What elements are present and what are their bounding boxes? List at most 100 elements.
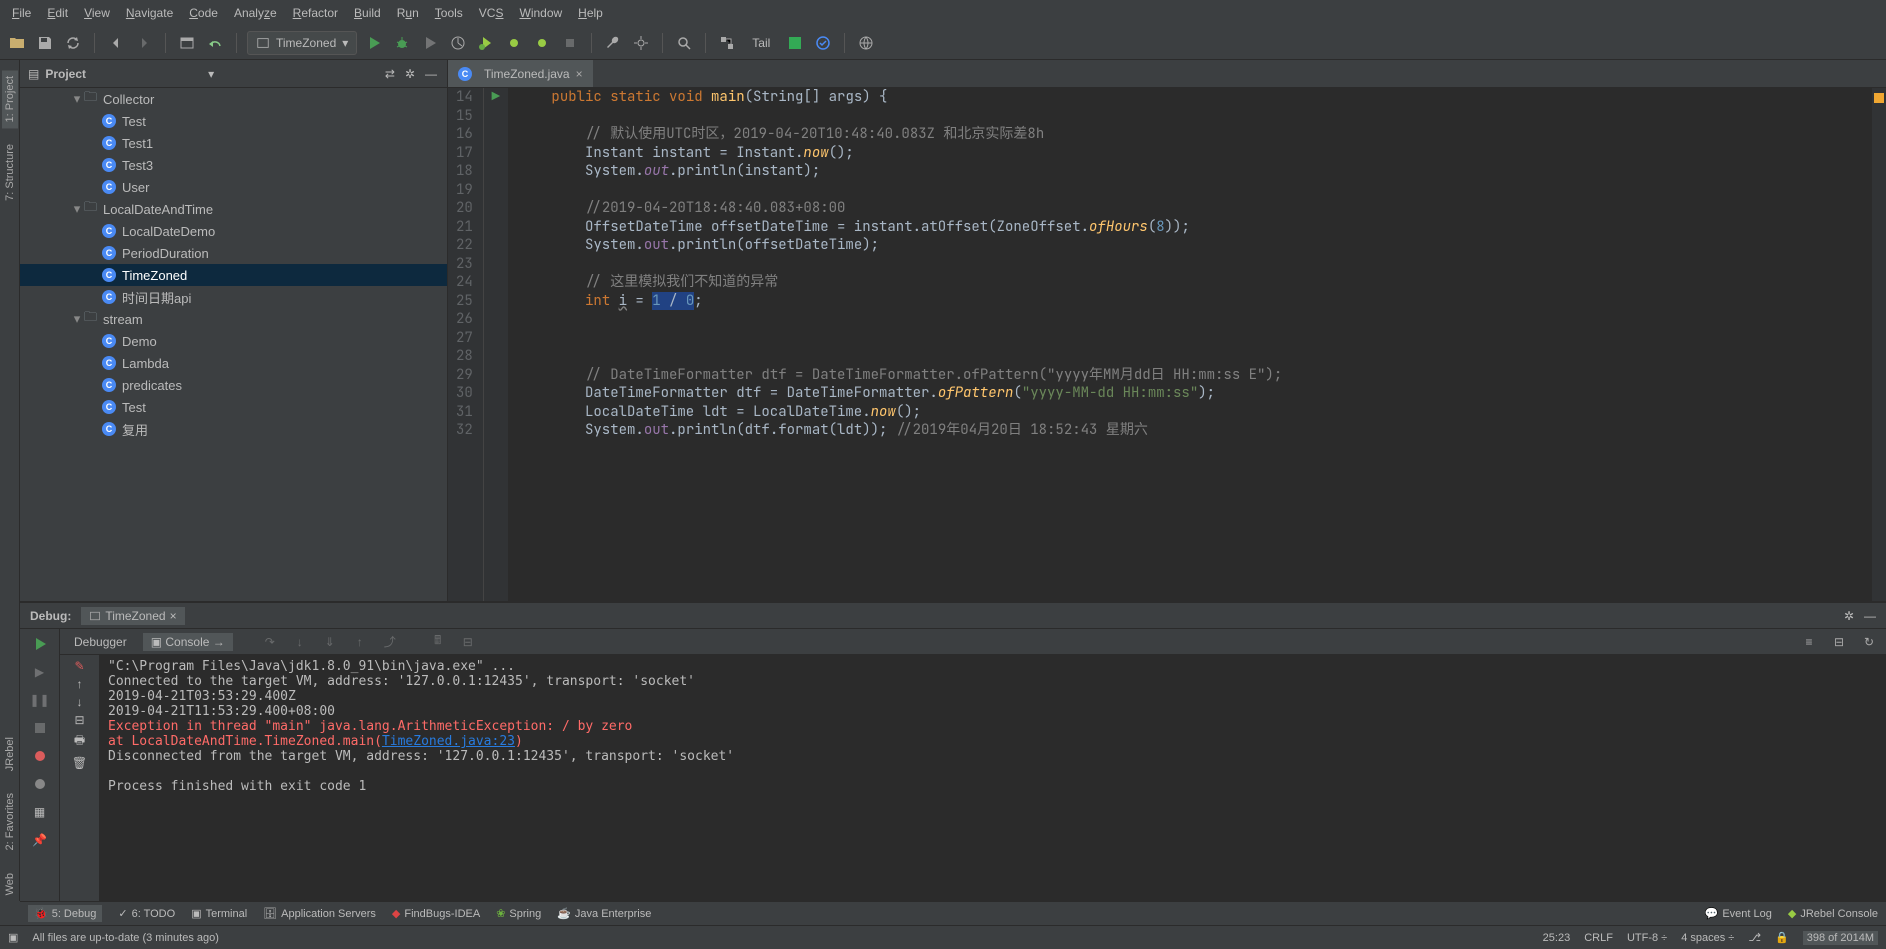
- step-into-icon[interactable]: ↓: [289, 631, 311, 653]
- force-step-icon[interactable]: ⇓: [319, 631, 341, 653]
- softwrap-icon[interactable]: ⊟: [74, 713, 84, 727]
- menu-vcs[interactable]: VCS: [471, 4, 512, 22]
- up-icon[interactable]: ↑: [77, 677, 83, 691]
- status-icon[interactable]: ▣: [8, 931, 18, 944]
- tab-timezoned[interactable]: C TimeZoned.java ×: [448, 60, 593, 87]
- minimize-icon[interactable]: —: [423, 65, 439, 83]
- menu-window[interactable]: Window: [511, 4, 570, 22]
- tree-item-user[interactable]: CUser: [20, 176, 447, 198]
- indent[interactable]: 4 spaces ÷: [1681, 932, 1734, 944]
- gear-icon[interactable]: ✲: [1844, 609, 1854, 623]
- check-icon[interactable]: [812, 32, 834, 54]
- print-icon[interactable]: 🖶: [74, 731, 85, 752]
- menu-edit[interactable]: Edit: [39, 4, 76, 22]
- menu-build[interactable]: Build: [346, 4, 389, 22]
- view-breakpoints-icon[interactable]: [29, 745, 51, 767]
- tree-item-predicates[interactable]: Cpredicates: [20, 374, 447, 396]
- clear-icon[interactable]: 🗑: [72, 756, 87, 770]
- down-icon[interactable]: ↓: [77, 695, 83, 709]
- encoding[interactable]: UTF-8 ÷: [1627, 932, 1667, 944]
- debug-config-tab[interactable]: TimeZoned ×: [81, 607, 184, 625]
- btab-todo[interactable]: ✓ 6: TODO: [118, 907, 175, 920]
- sync-icon[interactable]: [62, 32, 84, 54]
- tab-web[interactable]: Web: [2, 867, 18, 901]
- btab-terminal[interactable]: ▣ Terminal: [191, 907, 247, 920]
- tab-console[interactable]: ▣ Console →: [143, 633, 233, 651]
- menu-view[interactable]: View: [76, 4, 118, 22]
- debug-icon[interactable]: [391, 32, 413, 54]
- run-config-selector[interactable]: TimeZoned ▾: [247, 31, 357, 55]
- mute-breakpoints-icon[interactable]: [29, 773, 51, 795]
- tree-item-periodduration[interactable]: CPeriodDuration: [20, 242, 447, 264]
- tree-item-复用[interactable]: C复用: [20, 418, 447, 440]
- tree-item-localdatedemo[interactable]: CLocalDateDemo: [20, 220, 447, 242]
- tree-item-collector[interactable]: ▾🗀Collector: [20, 88, 447, 110]
- run-coverage-icon[interactable]: [419, 32, 441, 54]
- tab-debugger[interactable]: Debugger: [66, 633, 135, 651]
- tail-button[interactable]: Tail: [744, 34, 778, 52]
- tree-item-lambda[interactable]: CLambda: [20, 352, 447, 374]
- warning-marker[interactable]: [1874, 93, 1884, 103]
- undo-icon[interactable]: [204, 32, 226, 54]
- run-gutter-icon[interactable]: ▶: [492, 88, 500, 107]
- menu-analyze[interactable]: Analyze: [226, 4, 285, 22]
- memory-indicator[interactable]: 398 of 2014M: [1803, 931, 1878, 945]
- btab-eventlog[interactable]: 💬 Event Log: [1705, 907, 1772, 920]
- jr-icon[interactable]: [784, 32, 806, 54]
- jrebel-debug-icon[interactable]: [503, 32, 525, 54]
- cursor-position[interactable]: 25:23: [1543, 932, 1571, 944]
- forward-icon[interactable]: [133, 32, 155, 54]
- tree-item-localdateandtime[interactable]: ▾🗀LocalDateAndTime: [20, 198, 447, 220]
- close-icon[interactable]: ×: [576, 67, 583, 81]
- btab-javaee[interactable]: ☕ Java Enterprise: [557, 907, 651, 920]
- search-icon[interactable]: [673, 32, 695, 54]
- settings-icon[interactable]: [630, 32, 652, 54]
- tab-structure[interactable]: 7: Structure: [2, 138, 18, 207]
- stop-icon[interactable]: [29, 717, 51, 739]
- resume-icon[interactable]: ▶: [29, 661, 51, 683]
- profile-icon[interactable]: [447, 32, 469, 54]
- diagram-icon[interactable]: [716, 32, 738, 54]
- tree-item-test[interactable]: CTest: [20, 396, 447, 418]
- drop-frame-icon[interactable]: ⤴: [379, 631, 401, 653]
- globe-icon[interactable]: [855, 32, 877, 54]
- btab-jrebel[interactable]: ◆ JRebel Console: [1788, 907, 1878, 920]
- menu-code[interactable]: Code: [181, 4, 226, 22]
- save-icon[interactable]: [34, 32, 56, 54]
- chevron-down-icon[interactable]: ▾: [208, 67, 214, 81]
- btab-findbugs[interactable]: ◆ FindBugs-IDEA: [392, 907, 480, 920]
- collapse-icon[interactable]: ⇄: [383, 65, 397, 83]
- pin-icon[interactable]: 📌: [29, 829, 51, 851]
- stacktrace-link[interactable]: TimeZoned.java:23: [382, 734, 515, 749]
- restore-icon[interactable]: ↻: [1858, 631, 1880, 653]
- step-out-icon[interactable]: ↑: [349, 631, 371, 653]
- layout-icon[interactable]: ▦: [29, 801, 51, 823]
- tree-item-stream[interactable]: ▾🗀stream: [20, 308, 447, 330]
- gear-icon[interactable]: ✲: [403, 65, 417, 83]
- menu-file[interactable]: File: [4, 4, 39, 22]
- evaluate-icon[interactable]: 🖩: [427, 631, 449, 653]
- minimize-icon[interactable]: —: [1864, 609, 1876, 623]
- tab-favorites[interactable]: 2: Favorites: [2, 787, 18, 856]
- softwrap-icon[interactable]: ≡: [1798, 631, 1820, 653]
- wrench-icon[interactable]: [602, 32, 624, 54]
- edit-icon[interactable]: ✎: [74, 659, 84, 673]
- run-icon[interactable]: [363, 32, 385, 54]
- jrebel-x-icon[interactable]: [531, 32, 553, 54]
- git-branch-icon[interactable]: ⎇: [1748, 931, 1761, 944]
- tree-item-timezoned[interactable]: CTimeZoned: [20, 264, 447, 286]
- menu-navigate[interactable]: Navigate: [118, 4, 181, 22]
- menu-refactor[interactable]: Refactor: [285, 4, 346, 22]
- btab-debug[interactable]: 🐞 5: Debug: [28, 905, 102, 922]
- rerun-icon[interactable]: [29, 633, 51, 655]
- console-output[interactable]: "C:\Program Files\Java\jdk1.8.0_91\bin\j…: [100, 655, 1886, 901]
- lock-icon[interactable]: 🔒: [1775, 931, 1789, 944]
- step-over-icon[interactable]: ↷: [259, 631, 281, 653]
- tree-item-时间日期api[interactable]: C时间日期api: [20, 286, 447, 308]
- tab-project[interactable]: 1: Project: [2, 70, 18, 128]
- btab-appservers[interactable]: 🗄 Application Servers: [263, 907, 376, 920]
- back-icon[interactable]: [105, 32, 127, 54]
- menu-help[interactable]: Help: [570, 4, 611, 22]
- tree-item-demo[interactable]: CDemo: [20, 330, 447, 352]
- tree-item-test[interactable]: CTest: [20, 110, 447, 132]
